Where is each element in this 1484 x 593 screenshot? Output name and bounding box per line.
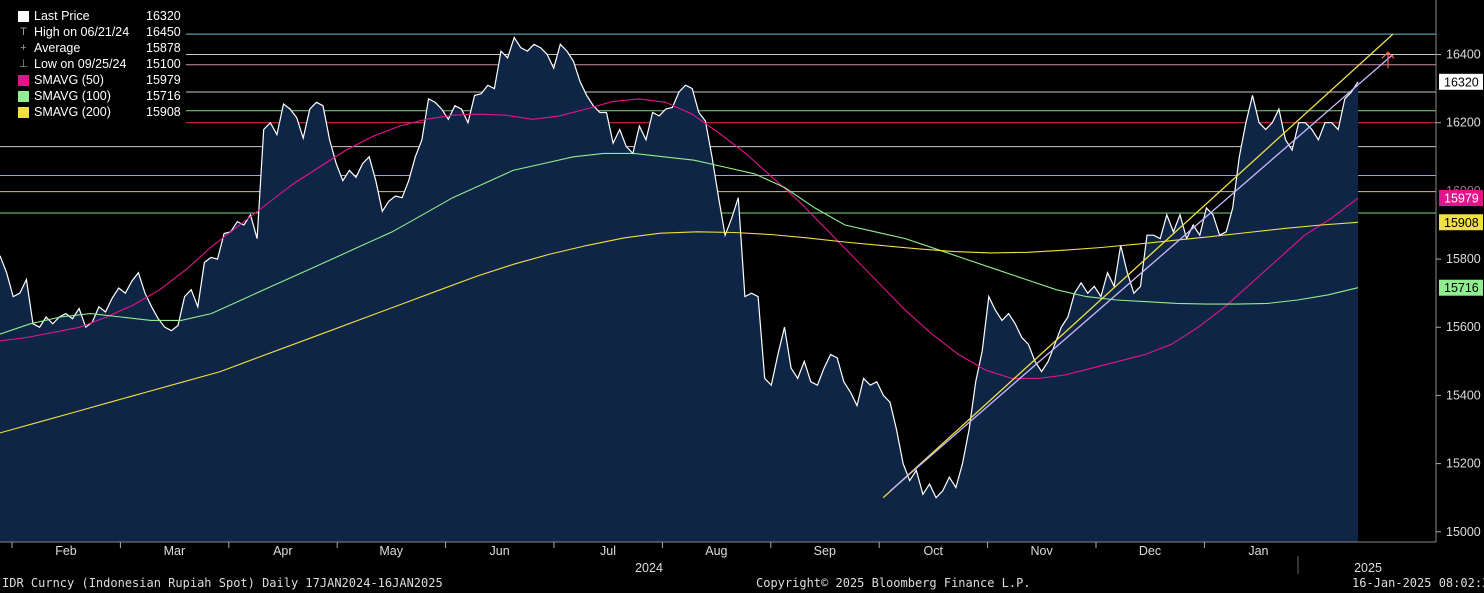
legend-value: 15908 (146, 105, 181, 119)
x-tick-label-apr: Apr (273, 544, 292, 558)
footer-left: IDR Curncy (Indonesian Rupiah Spot) Dail… (2, 576, 443, 590)
badge-label-16320: 16320 (1444, 75, 1479, 89)
y-tick-label-16200: 16200 (1446, 116, 1481, 130)
x-tick-label-mar: Mar (164, 544, 186, 558)
legend-item: Last Price 16320 (0, 8, 186, 24)
legend-value: 15878 (146, 41, 181, 55)
legend-swatch (18, 91, 29, 102)
legend-value: 15716 (146, 89, 181, 103)
legend-value: 15979 (146, 73, 181, 87)
x-tick-label-feb: Feb (55, 544, 77, 558)
x-tick-label-jan: Jan (1248, 544, 1268, 558)
y-tick-label-15600: 15600 (1446, 320, 1481, 334)
legend-item: SMAVG (50) 15979 (0, 72, 186, 88)
x-tick-label-jul: Jul (600, 544, 616, 558)
badge-label-15908: 15908 (1444, 216, 1479, 230)
legend-marker-icon: + (20, 42, 27, 54)
legend-label: SMAVG (50) (34, 73, 104, 87)
legend-label: Last Price (34, 9, 90, 23)
y-tick-label-16400: 16400 (1446, 48, 1481, 62)
legend-item: ⊥ Low on 09/25/24 15100 (0, 56, 186, 72)
legend-value: 15100 (146, 57, 181, 71)
x-tick-label-may: May (379, 544, 403, 558)
chart-legend: Last Price 16320 T High on 06/21/24 16450 + Av… (0, 0, 186, 130)
horizontal-levels (0, 33, 1436, 214)
price-chart: 15000 15200 15400 15600 15800 16200 16400 Feb M… (0, 0, 1483, 575)
legend-item: SMAVG (200) 15908 (0, 104, 186, 120)
legend-marker-icon: T (20, 26, 27, 38)
legend-label: SMAVG (100) (34, 89, 111, 103)
legend-label: SMAVG (200) (34, 105, 111, 119)
legend-item: SMAVG (100) 15716 (0, 88, 186, 104)
legend-label: High on 06/21/24 (34, 25, 130, 39)
x-tick-label-jun: Jun (490, 544, 510, 558)
legend-swatch (18, 11, 29, 22)
year-label-2024: 2024 (635, 561, 663, 575)
x-tick-label-oct: Oct (923, 544, 943, 558)
legend-label: Average (34, 41, 81, 55)
y-tick-label-15200: 15200 (1446, 457, 1481, 471)
y-tick-label-15400: 15400 (1446, 388, 1481, 402)
year-label-2025: 2025 (1354, 561, 1382, 575)
footer-copyright: Copyright© 2025 Bloomberg Finance L.P. (756, 576, 1031, 590)
legend-label: Low on 09/25/24 (34, 57, 127, 71)
legend-swatch (18, 107, 29, 118)
x-tick-label-sep: Sep (814, 544, 836, 558)
legend-marker-icon: ⊥ (18, 58, 29, 70)
legend-swatch (18, 75, 29, 86)
legend-value: 16450 (146, 25, 181, 39)
footer-timestamp: 16-Jan-2025 08:02:32 (1352, 576, 1484, 590)
y-tick-label-15800: 15800 (1446, 252, 1481, 266)
legend-value: 16320 (146, 9, 181, 23)
x-tick-label-dec: Dec (1139, 544, 1161, 558)
x-tick-label-nov: Nov (1030, 544, 1053, 558)
y-tick-label-15000: 15000 (1446, 525, 1481, 539)
badge-label-15716: 15716 (1444, 281, 1479, 295)
badge-label-15979: 15979 (1444, 192, 1479, 206)
legend-item: T High on 06/21/24 16450 (0, 24, 186, 40)
x-tick-label-aug: Aug (705, 544, 727, 558)
legend-item: + Average 15878 (0, 40, 186, 56)
price-area (0, 37, 1358, 542)
